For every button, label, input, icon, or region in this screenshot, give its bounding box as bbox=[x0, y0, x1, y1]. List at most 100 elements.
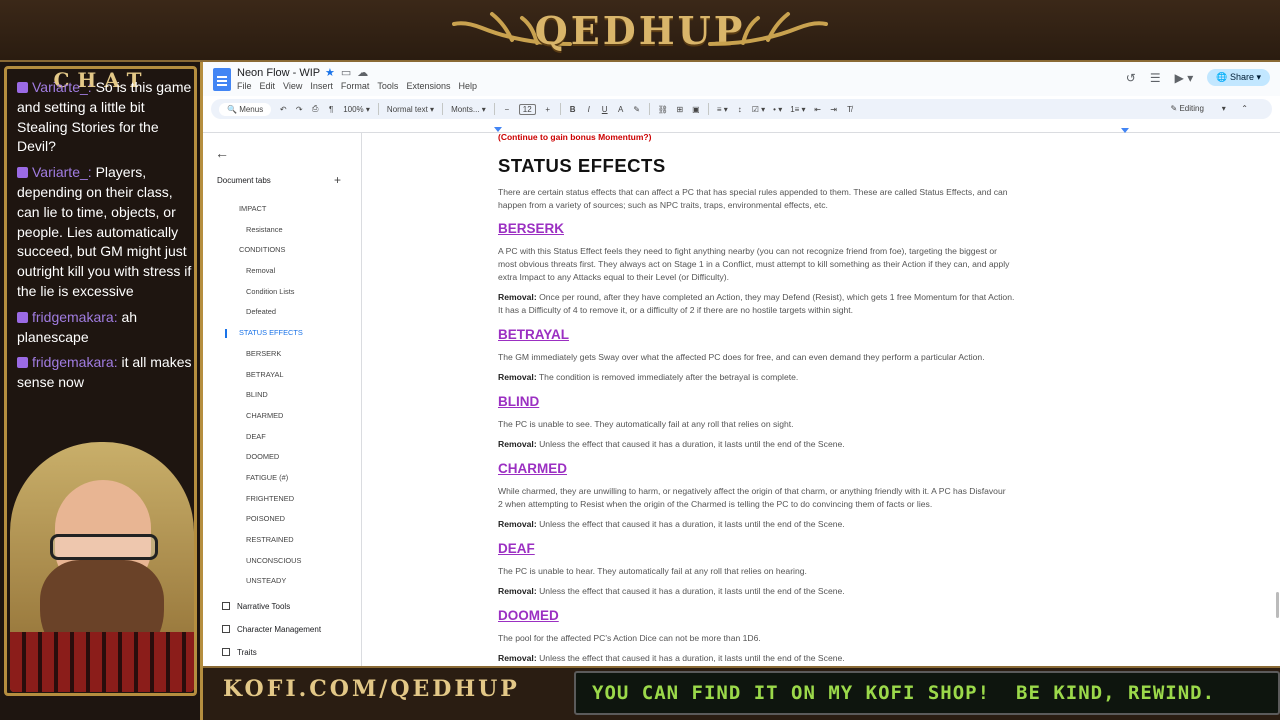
tab-label: Narrative Tools bbox=[237, 602, 291, 611]
add-tab-icon[interactable]: + bbox=[334, 173, 341, 187]
menu-help[interactable]: Help bbox=[458, 81, 477, 91]
chat-username[interactable]: fridgemakara: bbox=[32, 354, 118, 370]
undo-icon[interactable]: ↶ bbox=[279, 105, 287, 114]
tab-character-management[interactable]: Character Management bbox=[222, 625, 321, 634]
section-body-line: While charmed, they are unwilling to har… bbox=[498, 486, 1006, 496]
image-icon[interactable]: ▣ bbox=[692, 105, 700, 114]
bullet-list-icon[interactable]: • ▾ bbox=[773, 105, 782, 114]
folder-icon[interactable]: ▭ bbox=[341, 67, 351, 79]
section-body-line: most obvious threats first. They always … bbox=[498, 259, 1010, 269]
font-size-input[interactable]: 12 bbox=[518, 103, 536, 115]
redo-icon[interactable]: ↷ bbox=[295, 105, 303, 114]
outline-item-frightened[interactable]: FRIGHTENED bbox=[203, 489, 361, 510]
docs-logo-icon[interactable] bbox=[213, 68, 231, 91]
toolbar-divider bbox=[442, 103, 444, 115]
cloud-icon[interactable]: ☁ bbox=[357, 67, 368, 79]
menu-file[interactable]: File bbox=[237, 81, 252, 91]
outline-item-removal[interactable]: Removal bbox=[203, 261, 361, 282]
font-select[interactable]: Monts... ▾ bbox=[451, 105, 486, 114]
section-body-line: extra Impact to any Attacks equal to the… bbox=[498, 272, 730, 282]
paint-format-icon[interactable]: ¶ bbox=[327, 105, 335, 114]
menu-view[interactable]: View bbox=[283, 81, 302, 91]
outline-item-betrayal[interactable]: BETRAYAL bbox=[203, 365, 361, 386]
tab-traits[interactable]: Traits bbox=[222, 648, 257, 657]
numbered-list-icon[interactable]: 1≡ ▾ bbox=[790, 105, 805, 114]
meet-icon[interactable]: ▶ ▾ bbox=[1175, 71, 1194, 85]
align-icon[interactable]: ≡ ▾ bbox=[717, 105, 728, 114]
chat-panel: CHAT Variarte_: So is this game and sett… bbox=[0, 62, 203, 720]
back-arrow-icon[interactable]: ← bbox=[215, 145, 229, 161]
line-spacing-icon[interactable]: ↕ bbox=[736, 105, 744, 114]
star-icon[interactable]: ★ bbox=[325, 67, 335, 79]
italic-icon[interactable]: I bbox=[585, 105, 593, 114]
menu-insert[interactable]: Insert bbox=[310, 81, 333, 91]
print-icon[interactable]: ⎙ bbox=[311, 104, 319, 114]
document-page[interactable]: (Continue to gain bonus Momentum?) STATU… bbox=[498, 132, 1128, 666]
page-heading: STATUS EFFECTS bbox=[498, 155, 666, 176]
zoom-select[interactable]: 100% ▾ bbox=[343, 105, 370, 114]
removal-text: Once per round, after they have complete… bbox=[539, 292, 1015, 302]
outline-item-conditions[interactable]: CONDITIONS bbox=[203, 240, 361, 261]
document-tabs-header: Document tabs bbox=[217, 176, 271, 185]
decrease-indent-icon[interactable]: ⇤ bbox=[814, 105, 822, 114]
outline-item-fatigue[interactable]: FATIGUE (#) bbox=[203, 468, 361, 489]
removal-line: It has a Difficulty of 4 to remove it, o… bbox=[498, 304, 1124, 317]
add-comment-icon[interactable]: ⊞ bbox=[676, 105, 684, 114]
chat-username[interactable]: fridgemakara: bbox=[32, 309, 118, 325]
outline-item-poisoned[interactable]: POISONED bbox=[203, 509, 361, 530]
outline-item-unconscious[interactable]: UNCONSCIOUS bbox=[203, 551, 361, 572]
removal-label: Removal: bbox=[498, 586, 537, 596]
outline-item-defeated[interactable]: Defeated bbox=[203, 302, 361, 323]
comment-icon[interactable]: ☰ bbox=[1150, 71, 1161, 85]
outline-item-resistance[interactable]: Resistance bbox=[203, 220, 361, 241]
menu-tools[interactable]: Tools bbox=[377, 81, 398, 91]
removal-label: Removal: bbox=[498, 439, 537, 449]
scrollbar[interactable] bbox=[1276, 592, 1279, 618]
text-color-icon[interactable]: A bbox=[617, 105, 625, 114]
outline-item-berserk[interactable]: BERSERK bbox=[203, 344, 361, 365]
tab-icon bbox=[222, 648, 230, 656]
tab-narrative-tools[interactable]: Narrative Tools bbox=[222, 602, 290, 611]
tab-label: Character Management bbox=[237, 625, 322, 634]
removal-line: Removal: Unless the effect that caused i… bbox=[498, 438, 1124, 451]
chat-message: fridgemakara: ah planescape bbox=[17, 308, 193, 348]
outline-item-condition-lists[interactable]: Condition Lists bbox=[203, 282, 361, 303]
decrease-font-icon[interactable]: − bbox=[503, 105, 511, 114]
increase-indent-icon[interactable]: ⇥ bbox=[830, 105, 838, 114]
ticker-slogan: BE KIND, REWIND. bbox=[1016, 682, 1216, 704]
avatar-shirt bbox=[10, 632, 194, 692]
document-title[interactable]: Neon Flow - WIP bbox=[237, 67, 320, 79]
outline-item-impact[interactable]: IMPACT bbox=[203, 199, 361, 220]
search-menus[interactable]: 🔍 Menus bbox=[219, 102, 272, 116]
menu-edit[interactable]: Edit bbox=[260, 81, 276, 91]
share-button[interactable]: 🌐 Share ▾ bbox=[1207, 69, 1270, 86]
outline-list: IMPACT Resistance CONDITIONS Removal Conditi… bbox=[203, 199, 361, 592]
highlight-icon[interactable]: ✎ bbox=[633, 105, 641, 114]
outline-item-deaf[interactable]: DEAF bbox=[203, 427, 361, 448]
increase-font-icon[interactable]: + bbox=[544, 105, 552, 114]
link-icon[interactable]: ⛓ bbox=[658, 105, 668, 114]
menu-extensions[interactable]: Extensions bbox=[406, 81, 450, 91]
chat-username[interactable]: Variarte_: bbox=[32, 79, 92, 95]
menu-format[interactable]: Format bbox=[341, 81, 370, 91]
outline-item-status-effects[interactable]: STATUS EFFECTS bbox=[203, 323, 361, 344]
underline-icon[interactable]: U bbox=[601, 105, 609, 114]
style-select[interactable]: Normal text ▾ bbox=[387, 105, 434, 114]
removal-label: Removal: bbox=[498, 292, 537, 302]
removal-label: Removal: bbox=[498, 653, 537, 663]
outline-item-unsteady[interactable]: UNSTEADY bbox=[203, 571, 361, 592]
outline-item-blind[interactable]: BLIND bbox=[203, 385, 361, 406]
bold-icon[interactable]: B bbox=[569, 105, 577, 114]
outline-item-doomed[interactable]: DOOMED bbox=[203, 447, 361, 468]
section-heading-betrayal: BETRAYAL bbox=[498, 327, 570, 342]
history-icon[interactable]: ↺ bbox=[1126, 71, 1136, 85]
editing-mode-select[interactable]: ✎ Editing ▾ ⌃ bbox=[1171, 99, 1248, 119]
chat-message: fridgemakara: it all makes sense now bbox=[17, 353, 193, 393]
outline-item-charmed[interactable]: CHARMED bbox=[203, 406, 361, 427]
checklist-icon[interactable]: ☑ ▾ bbox=[752, 105, 765, 114]
chat-username[interactable]: Variarte_: bbox=[32, 164, 92, 180]
clear-formatting-icon[interactable]: T̸ bbox=[846, 105, 854, 114]
style-value: Normal text bbox=[386, 104, 428, 114]
section-body-line: A PC with this Status Effect feels they … bbox=[498, 246, 998, 256]
outline-item-restrained[interactable]: RESTRAINED bbox=[203, 530, 361, 551]
